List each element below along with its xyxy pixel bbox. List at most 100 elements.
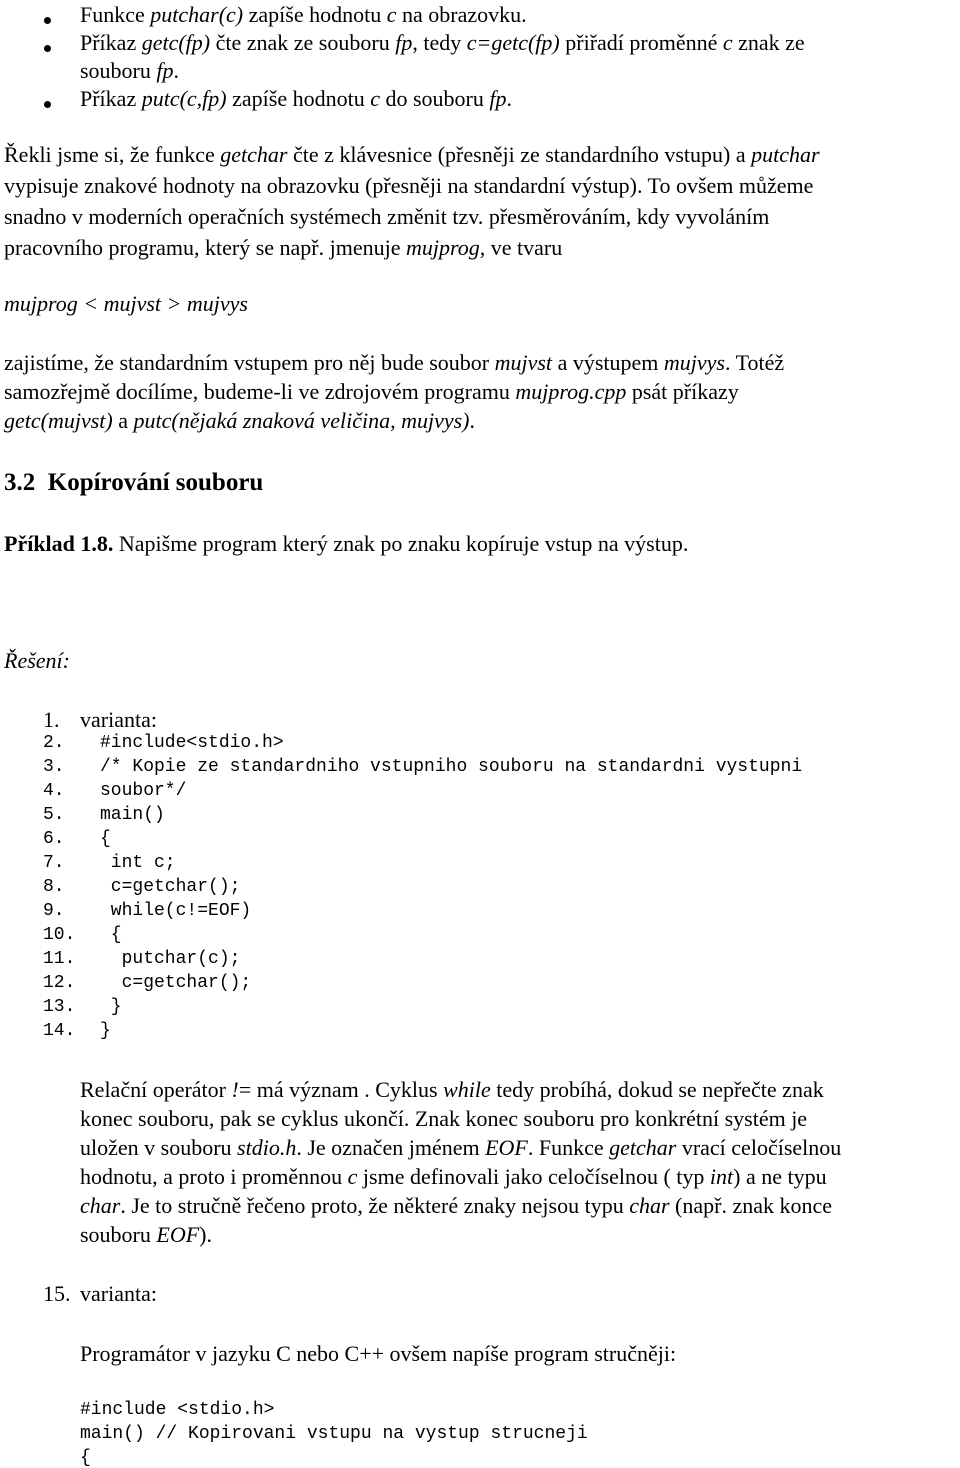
italic-term: c xyxy=(347,1164,358,1189)
line-number: 5. xyxy=(43,805,65,825)
variant-1-number: 1. xyxy=(43,707,60,732)
code-line: #include <stdio.h> xyxy=(80,1400,275,1420)
redirect-example: mujprog < mujvst > mujvys xyxy=(4,291,248,316)
text-run: zapíše hodnotu xyxy=(243,2,387,27)
italic-term: mujprog xyxy=(405,235,480,260)
italic-term: fp xyxy=(395,30,413,55)
text-run: = má význam . Cyklus xyxy=(238,1077,444,1102)
paragraph-line: souboru EOF). xyxy=(80,1224,212,1246)
text-run: do souboru xyxy=(379,86,490,111)
example-text: Napišme program který znak po znaku kopí… xyxy=(113,531,689,556)
code-text: { xyxy=(100,925,122,945)
text-run: ) a ne typu xyxy=(733,1164,827,1189)
text-run: psát příkazy xyxy=(626,379,739,404)
text-run: konec souboru, pak se cyklus ukončí. Zna… xyxy=(80,1106,808,1131)
code-text: while(c!=EOF) xyxy=(100,901,252,921)
paragraph-line: hodnotu, a proto i proměnnou c jsme defi… xyxy=(80,1166,827,1188)
bullet-icon xyxy=(44,101,51,108)
bullet-item: Příkaz putc(c,fp) zapíše hodnotu c do so… xyxy=(80,88,512,110)
text-run: Příkaz xyxy=(80,86,142,111)
italic-term: while xyxy=(443,1077,491,1102)
italic-term: c xyxy=(722,30,733,55)
text-run: zapíše hodnotu xyxy=(226,86,371,111)
paragraph-line: konec souboru, pak se cyklus ukončí. Zna… xyxy=(80,1108,807,1130)
text-run: . Je to stručně řečeno proto, že některé… xyxy=(120,1193,630,1218)
text-run: na obrazovku. xyxy=(396,2,527,27)
italic-term: mujvst xyxy=(494,350,553,375)
text-run: Řekli jsme si, že funkce xyxy=(4,142,221,167)
code-text: soubor*/ xyxy=(100,781,187,801)
code-line: { xyxy=(80,1448,91,1468)
text-run: přiřadí proměnné xyxy=(559,30,723,55)
line-number: 13. xyxy=(43,997,76,1017)
line-number: 6. xyxy=(43,829,65,849)
line-number: 14. xyxy=(43,1021,76,1041)
text-run: , tedy xyxy=(412,30,467,55)
paragraph-line: vypisuje znakové hodnoty na obrazovku (p… xyxy=(4,175,813,197)
text-run: Relační operátor xyxy=(80,1077,232,1102)
line-number: 11. xyxy=(43,949,76,969)
italic-term: EOF xyxy=(156,1222,200,1247)
italic-term: c xyxy=(370,86,380,111)
text-run: . Totéž xyxy=(724,350,785,375)
text-run: souboru xyxy=(80,1222,157,1247)
section-heading: 3.2 Kopírování souboru xyxy=(4,469,264,496)
text-run: ). xyxy=(199,1222,212,1247)
paragraph-line: char. Je to stručně řečeno proto, že něk… xyxy=(80,1195,832,1217)
code-text: } xyxy=(100,997,122,1017)
paragraph-line: uložen v souboru stdio.h. Je označen jmé… xyxy=(80,1137,841,1159)
example-label: Příklad 1.8. xyxy=(4,531,114,556)
text-run: Příkaz xyxy=(80,30,142,55)
text-run: a výstupem xyxy=(552,350,664,375)
bullet-icon xyxy=(44,17,51,24)
text-run: uložen v souboru xyxy=(80,1135,238,1160)
code-text: #include<stdio.h> xyxy=(100,733,284,753)
paragraph-line: pracovního programu, který se např. jmen… xyxy=(4,237,562,259)
italic-term: getchar xyxy=(220,142,288,167)
italic-term: fp xyxy=(489,86,507,111)
bullet-item-continuation: souboru fp. xyxy=(80,60,179,82)
text-run: čte z klávesnice (přesněji ze standardní… xyxy=(287,142,752,167)
paragraph-line: snadno v moderních operačních systémech … xyxy=(4,206,769,228)
italic-term: char xyxy=(80,1193,121,1218)
text-run: Funkce xyxy=(80,2,151,27)
text-run: a xyxy=(112,408,134,433)
paragraph-line: zajistíme, že standardním vstupem pro ně… xyxy=(4,352,784,374)
italic-term: mujvys xyxy=(663,350,725,375)
italic-term: putchar xyxy=(751,142,820,167)
line-number: 2. xyxy=(43,733,65,753)
text-run: . Funkce xyxy=(527,1135,610,1160)
italic-term: putc(c,fp) xyxy=(141,86,227,111)
italic-term: mujprog.cpp xyxy=(515,379,627,404)
line-number: 9. xyxy=(43,901,65,921)
text-run: zajistíme, že standardním vstupem pro ně… xyxy=(4,350,495,375)
italic-term: putc(nějaká znaková veličina, mujvys) xyxy=(133,408,470,433)
text-run: tedy probíhá, dokud se nepřečte znak xyxy=(490,1077,824,1102)
italic-term: fp xyxy=(156,58,174,83)
text-run: . xyxy=(173,58,180,83)
italic-term: getc(mujvst) xyxy=(4,408,113,433)
italic-term: char xyxy=(629,1193,670,1218)
example-statement: Příklad 1.8. Napišme program který znak … xyxy=(4,533,688,555)
variant-2-intro: Programátor v jazyku C nebo C++ ovšem na… xyxy=(80,1341,677,1366)
line-number: 10. xyxy=(43,925,76,945)
paragraph-line: getc(mujvst) a putc(nějaká znaková velič… xyxy=(4,410,475,432)
italic-term: ! xyxy=(231,1077,239,1102)
code-text: main() xyxy=(100,805,165,825)
text-run: souboru xyxy=(80,58,157,83)
text-run: pracovního programu, který se např. jmen… xyxy=(4,235,406,260)
line-number: 8. xyxy=(43,877,65,897)
variant-2-label: varianta: xyxy=(80,1281,157,1306)
code-text: putchar(c); xyxy=(100,949,241,969)
italic-term: stdio.h xyxy=(237,1135,297,1160)
code-text: int c; xyxy=(100,853,176,873)
text-run: . Je označen jménem xyxy=(296,1135,486,1160)
code-line: main() // Kopirovani vstupu na vystup st… xyxy=(80,1424,588,1444)
code-text: /* Kopie ze standardniho vstupniho soubo… xyxy=(100,757,803,777)
italic-term: EOF xyxy=(485,1135,528,1160)
code-text: } xyxy=(100,1021,111,1041)
paragraph-line: samozřejmě docílíme, budeme-li ve zdrojo… xyxy=(4,381,739,403)
italic-term: getchar xyxy=(609,1135,677,1160)
bullet-icon xyxy=(44,45,51,52)
variant-1-label: varianta: xyxy=(80,707,157,732)
